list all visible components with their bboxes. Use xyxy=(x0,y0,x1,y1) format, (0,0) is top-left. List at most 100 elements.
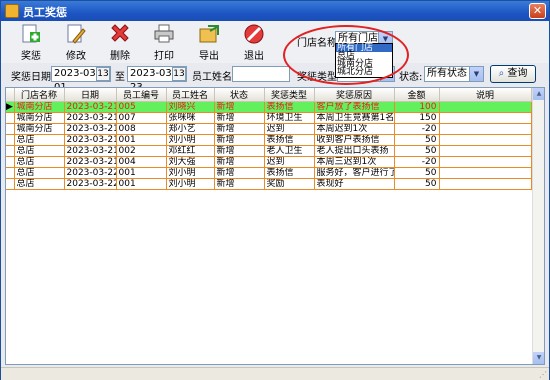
store-dropdown-list[interactable]: 所有门店 总店 城南分店 城北分店 xyxy=(335,43,393,78)
table-cell[interactable]: 2023-03-22 xyxy=(64,178,117,190)
table-cell[interactable] xyxy=(439,156,532,168)
table-cell[interactable] xyxy=(439,178,532,190)
column-header[interactable]: 员工姓名 xyxy=(166,88,215,102)
table-cell[interactable]: 本周卫生竞赛第1名 xyxy=(314,112,395,124)
row-indicator[interactable] xyxy=(6,134,15,146)
table-cell[interactable]: 迟到 xyxy=(264,156,315,168)
export-button[interactable]: 导出 xyxy=(191,23,227,62)
table-cell[interactable]: 008 xyxy=(116,123,167,135)
row-indicator[interactable]: ▶ xyxy=(6,101,15,113)
vertical-scrollbar[interactable]: ▲ ▼ xyxy=(532,88,544,364)
table-cell[interactable]: 总店 xyxy=(14,178,65,190)
table-cell[interactable]: 002 xyxy=(116,145,167,157)
table-cell[interactable]: 刘大强 xyxy=(166,156,215,168)
column-header[interactable]: 金额 xyxy=(394,88,440,102)
table-cell[interactable]: 服务好，客户进行了表 xyxy=(314,167,395,179)
resize-grip-icon[interactable]: ⋰ xyxy=(539,370,547,379)
table-cell[interactable]: 总店 xyxy=(14,145,65,157)
column-header[interactable]: 日期 xyxy=(64,88,117,102)
table-cell[interactable]: 总店 xyxy=(14,156,65,168)
column-header[interactable]: 员工编号 xyxy=(116,88,167,102)
table-cell[interactable]: 001 xyxy=(116,178,167,190)
table-cell[interactable]: 客户放了表扬信 xyxy=(314,101,395,113)
table-cell[interactable]: 表扬信 xyxy=(264,134,315,146)
scroll-down-icon[interactable]: ▼ xyxy=(533,352,544,364)
table-cell[interactable]: 004 xyxy=(116,156,167,168)
table-cell[interactable] xyxy=(439,123,532,135)
table-cell[interactable]: 表扬信 xyxy=(264,101,315,113)
column-header[interactable]: 状态 xyxy=(214,88,265,102)
table-cell[interactable]: 刘晓兴 xyxy=(166,101,215,113)
table-row[interactable]: 总店 2023-03-22 001 刘小明 新增 奖励 表现好 50 xyxy=(6,178,532,190)
table-cell[interactable]: 2023-03-21 xyxy=(64,123,117,135)
table-cell[interactable]: 新增 xyxy=(214,134,265,146)
table-cell[interactable]: 50 xyxy=(394,178,440,190)
table-row[interactable]: 总店 2023-03-21 001 刘小明 新增 表扬信 收到客户表扬信 50 xyxy=(6,134,532,146)
exit-button[interactable]: 退出 xyxy=(236,23,272,62)
table-cell[interactable]: -20 xyxy=(394,123,440,135)
table-cell[interactable] xyxy=(439,101,532,113)
table-cell[interactable]: 2023-03-22 xyxy=(64,167,117,179)
table-cell[interactable]: 新增 xyxy=(214,167,265,179)
table-cell[interactable]: 邓红红 xyxy=(166,145,215,157)
table-cell[interactable]: 2023-03-21 xyxy=(64,112,117,124)
calendar-icon[interactable]: 13 xyxy=(96,67,110,81)
column-header[interactable]: 门店名称 xyxy=(14,88,65,102)
table-row[interactable]: 城南分店 2023-03-21 007 张咪咪 新增 环境卫生 本周卫生竞赛第1名 150 xyxy=(6,112,532,124)
table-cell[interactable]: 100 xyxy=(394,101,440,113)
table-cell[interactable]: 收到客户表扬信 xyxy=(314,134,395,146)
table-cell[interactable] xyxy=(439,167,532,179)
table-cell[interactable]: 新增 xyxy=(214,101,265,113)
table-cell[interactable]: 150 xyxy=(394,112,440,124)
table-cell[interactable]: 新增 xyxy=(214,123,265,135)
table-cell[interactable]: 本周迟到1次 xyxy=(314,123,395,135)
calendar-icon[interactable]: 13 xyxy=(172,67,186,81)
table-cell[interactable]: -20 xyxy=(394,156,440,168)
table-cell[interactable]: 刘小明 xyxy=(166,167,215,179)
row-indicator[interactable] xyxy=(6,167,15,179)
table-row[interactable]: 总店 2023-03-21 002 邓红红 新增 老人卫生 老人提出口头表扬 50 xyxy=(6,145,532,157)
table-cell[interactable]: 001 xyxy=(116,134,167,146)
table-cell[interactable]: 刘小明 xyxy=(166,178,215,190)
table-cell[interactable]: 50 xyxy=(394,145,440,157)
table-cell[interactable]: 表扬信 xyxy=(264,167,315,179)
edit-button[interactable]: 修改 xyxy=(58,23,94,62)
table-cell[interactable]: 005 xyxy=(116,101,167,113)
table-cell[interactable]: 郑小艺 xyxy=(166,123,215,135)
column-header[interactable]: 说明 xyxy=(439,88,532,102)
table-cell[interactable]: 新增 xyxy=(214,178,265,190)
row-indicator[interactable] xyxy=(6,156,15,168)
table-cell[interactable]: 城南分店 xyxy=(14,101,65,113)
dropdown-option[interactable]: 城北分店 xyxy=(336,68,392,77)
status-select[interactable]: 所有状态 ▼ xyxy=(424,66,484,82)
table-cell[interactable]: 新增 xyxy=(214,112,265,124)
table-cell[interactable]: 表现好 xyxy=(314,178,395,190)
reward-button[interactable]: 奖惩 xyxy=(13,23,49,62)
table-cell[interactable]: 本周三迟到1次 xyxy=(314,156,395,168)
table-cell[interactable]: 刘小明 xyxy=(166,134,215,146)
table-cell[interactable]: 2023-03-21 xyxy=(64,101,117,113)
table-row[interactable]: 总店2023-03-22001刘小明新增表扬信服务好，客户进行了表50 xyxy=(6,167,532,179)
table-cell[interactable]: 环境卫生 xyxy=(264,112,315,124)
table-cell[interactable]: 2023-03-21 xyxy=(64,145,117,157)
table-cell[interactable]: 2023-03-21 xyxy=(64,134,117,146)
table-cell[interactable]: 50 xyxy=(394,134,440,146)
table-cell[interactable] xyxy=(439,134,532,146)
table-cell[interactable]: 迟到 xyxy=(264,123,315,135)
table-cell[interactable]: 001 xyxy=(116,167,167,179)
table-row[interactable]: 城南分店 2023-03-21 008 郑小艺 新增 迟到 本周迟到1次 -20 xyxy=(6,123,532,135)
table-row[interactable]: ▶ 城南分店 2023-03-21 005 刘晓兴 新增 表扬信 客户放了表扬信 100 xyxy=(6,101,532,113)
table-row[interactable]: 总店 2023-03-21 004 刘大强 新增 迟到 本周三迟到1次 -20 xyxy=(6,156,532,168)
query-button[interactable]: ⌕ 查询 xyxy=(490,65,536,83)
print-button[interactable]: 打印 xyxy=(146,23,182,62)
table-cell[interactable]: 奖励 xyxy=(264,178,315,190)
table-cell[interactable]: 新增 xyxy=(214,156,265,168)
table-cell[interactable]: 新增 xyxy=(214,145,265,157)
column-header[interactable]: 奖惩类型 xyxy=(264,88,315,102)
table-cell[interactable]: 总店 xyxy=(14,134,65,146)
table-cell[interactable]: 50 xyxy=(394,167,440,179)
table-cell[interactable]: 城南分店 xyxy=(14,112,65,124)
table-cell[interactable]: 007 xyxy=(116,112,167,124)
table-cell[interactable] xyxy=(439,145,532,157)
close-button[interactable]: ✕ xyxy=(529,3,546,19)
